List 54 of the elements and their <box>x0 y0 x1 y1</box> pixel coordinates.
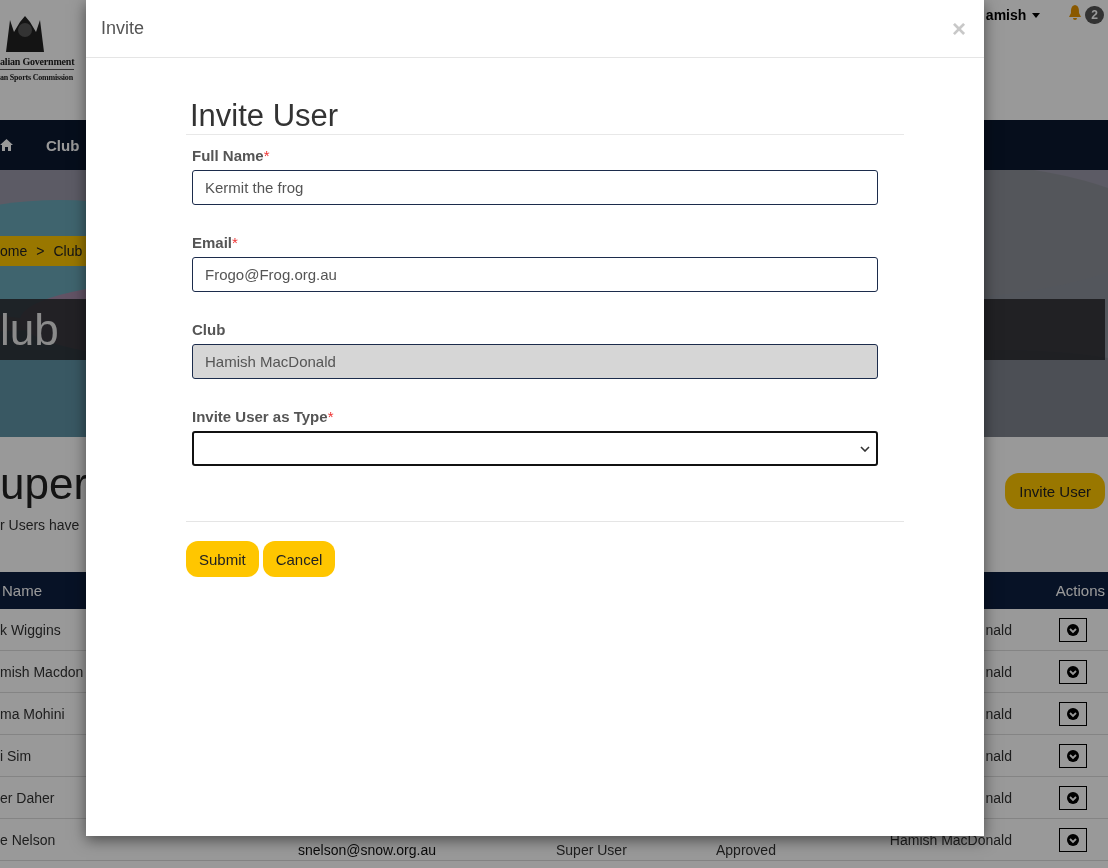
table-cell: nald <box>985 747 1012 764</box>
table-cell: i Sim <box>0 747 32 764</box>
home-icon <box>0 139 13 151</box>
row-actions-button[interactable] <box>1059 827 1087 852</box>
table-cell: snelson@snow.org.au <box>298 842 436 858</box>
field-label: Club <box>192 321 227 338</box>
user-menu[interactable]: amish <box>985 7 1041 23</box>
invite-user-button[interactable]: Invite User <box>1005 473 1105 509</box>
row-actions-button[interactable] <box>1059 785 1087 810</box>
submit-button[interactable]: Submit <box>186 541 259 577</box>
field-label: Full Name* <box>192 147 271 164</box>
logo-text: alian Government <box>0 56 75 70</box>
row-actions-button[interactable] <box>1059 743 1087 768</box>
page-title: lub <box>0 304 59 355</box>
row-actions-button[interactable] <box>1059 617 1087 642</box>
breadcrumb-separator: > <box>36 243 45 259</box>
row-actions-button[interactable] <box>1059 701 1087 726</box>
table-cell: k Wiggins <box>0 621 61 638</box>
form-heading: Invite User <box>186 98 904 135</box>
table-cell: mish Macdon <box>0 663 84 680</box>
column-header: Actions <box>1054 582 1106 599</box>
column-header: Name <box>1 582 43 599</box>
cancel-button[interactable]: Cancel <box>262 541 336 577</box>
table-cell: e Nelson <box>0 831 56 848</box>
chevron-down-icon <box>1067 749 1079 762</box>
field-label: Email* <box>192 234 239 251</box>
section-description: r Users have <box>0 517 81 533</box>
section-heading: uper <box>0 459 89 509</box>
logo-text: an Sports Commission <box>0 73 73 82</box>
chevron-down-icon <box>1067 665 1079 678</box>
row-actions-button[interactable] <box>1059 659 1087 684</box>
select-field[interactable] <box>192 431 878 466</box>
bell-icon <box>1068 5 1083 21</box>
table-cell: nald <box>985 705 1012 722</box>
notification-count: 2 <box>1085 6 1104 24</box>
input-field[interactable]: Kermit the frog <box>192 170 878 205</box>
chevron-down-icon <box>1067 707 1079 720</box>
breadcrumb-link[interactable]: Club <box>53 243 83 259</box>
table-cell: ma Mohini <box>0 705 65 722</box>
table-cell: nald <box>985 663 1012 680</box>
chevron-down-icon <box>860 445 870 452</box>
table-cell: er Daher <box>0 789 55 806</box>
nav-link[interactable]: Club <box>46 136 80 154</box>
modal-title: Invite <box>101 18 145 39</box>
caret-icon <box>1032 12 1041 18</box>
chevron-down-icon <box>1067 833 1079 846</box>
table-cell: Approved <box>716 842 776 858</box>
table-cell: nald <box>985 789 1012 806</box>
chevron-down-icon <box>1067 623 1079 636</box>
table-cell: nald <box>985 621 1012 638</box>
input-field[interactable]: Frogo@Frog.org.au <box>192 257 878 292</box>
chevron-down-icon <box>1067 791 1079 804</box>
field-label: Invite User as Type* <box>192 408 335 425</box>
table-cell: Super User <box>556 842 627 858</box>
